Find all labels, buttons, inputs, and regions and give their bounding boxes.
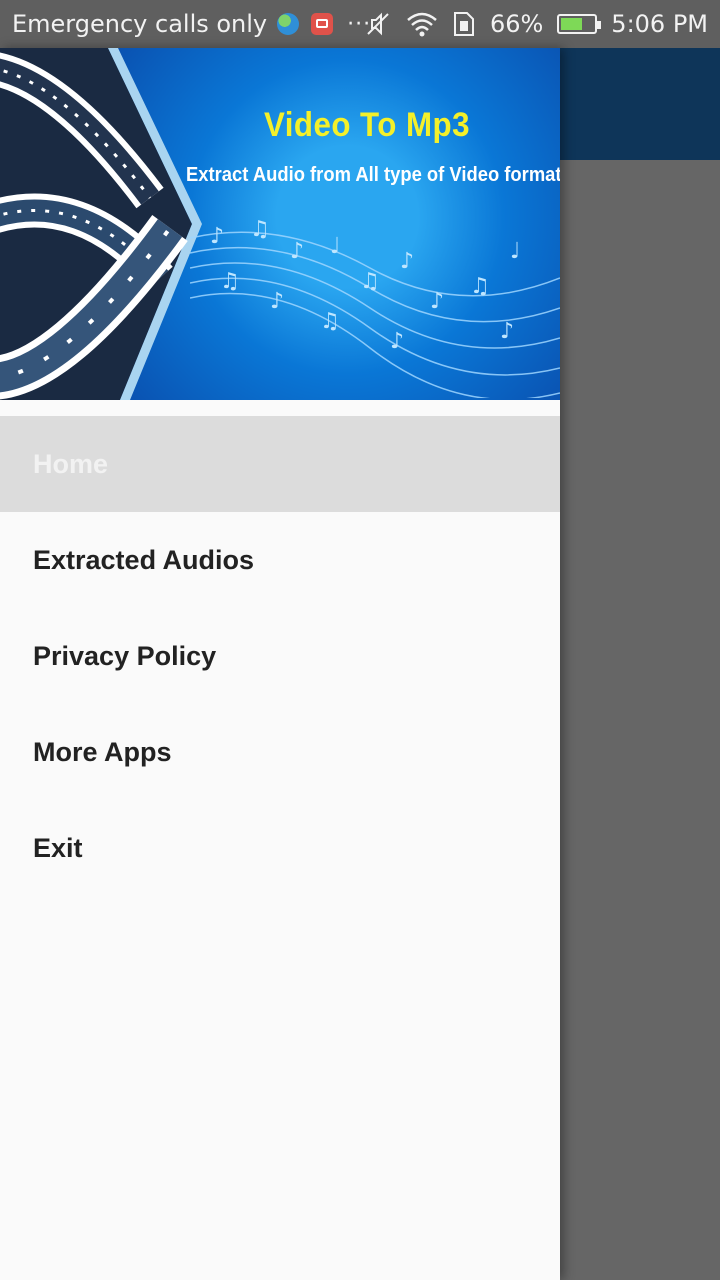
- wifi-icon: [406, 11, 438, 37]
- menu-item-label: Exit: [33, 832, 83, 863]
- svg-text:♪: ♪: [210, 224, 224, 249]
- drawer-scrim[interactable]: [560, 160, 720, 1280]
- film-reel-icon: [0, 52, 188, 400]
- svg-text:♪: ♪: [400, 249, 414, 274]
- mailbox-icon: [311, 13, 334, 35]
- banner-subtitle: Extract Audio from All type of Video for…: [186, 164, 560, 186]
- svg-text:♪: ♪: [430, 289, 444, 314]
- svg-text:♫: ♫: [250, 217, 270, 242]
- drawer-menu: Home Extracted Audios Privacy Policy Mor…: [0, 416, 560, 896]
- menu-item-home[interactable]: Home: [0, 416, 560, 512]
- svg-text:♪: ♪: [500, 319, 514, 344]
- drawer-header-banner: Video To Mp3 Extract Audio from All type…: [0, 48, 560, 400]
- menu-item-label: Privacy Policy: [33, 640, 217, 671]
- status-left: Emergency calls only ···: [12, 0, 371, 48]
- music-notes-graphic: ♪ ♫ ♪ ♩ ♫ ♪ ♪ ♫ ♪ ♪ ♫ ♪ ♩ ♫: [190, 217, 560, 398]
- menu-item-exit[interactable]: Exit: [0, 800, 560, 896]
- svg-text:♫: ♫: [470, 274, 490, 299]
- svg-text:♪: ♪: [270, 289, 284, 314]
- battery-percent: 66%: [489, 10, 544, 38]
- svg-text:♫: ♫: [360, 269, 380, 294]
- svg-text:♫: ♫: [320, 309, 340, 334]
- svg-text:♪: ♪: [390, 329, 404, 354]
- status-right: 66% 5:06 PM: [350, 0, 708, 48]
- clock: 5:06 PM: [611, 10, 708, 38]
- svg-text:♩: ♩: [510, 239, 520, 264]
- globe-icon: [277, 13, 300, 35]
- menu-item-more-apps[interactable]: More Apps: [0, 704, 560, 800]
- carrier-text: Emergency calls only: [12, 10, 268, 38]
- battery-icon: [557, 14, 602, 34]
- banner-title: Video To Mp3: [264, 106, 470, 144]
- svg-text:♪: ♪: [290, 239, 304, 264]
- navigation-drawer: Video To Mp3 Extract Audio from All type…: [0, 48, 560, 1280]
- menu-item-label: Extracted Audios: [33, 544, 255, 575]
- menu-item-extracted-audios[interactable]: Extracted Audios: [0, 512, 560, 608]
- svg-text:♩: ♩: [330, 234, 340, 259]
- svg-text:♫: ♫: [220, 269, 240, 294]
- menu-item-privacy-policy[interactable]: Privacy Policy: [0, 608, 560, 704]
- app-toolbar: [560, 48, 720, 160]
- menu-item-label: Home: [33, 448, 109, 479]
- sim-icon: [452, 10, 476, 38]
- menu-item-label: More Apps: [33, 736, 172, 767]
- status-bar: Emergency calls only ··· 66% 5:06 PM: [0, 0, 720, 48]
- mute-icon: [364, 10, 392, 38]
